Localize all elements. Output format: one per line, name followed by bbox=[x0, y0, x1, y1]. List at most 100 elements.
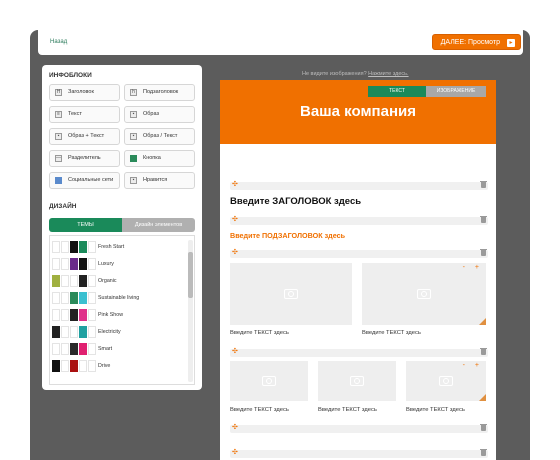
email-header[interactable]: ТЕКСТ ИЗОБРАЖЕНИЕ Ваша компания bbox=[220, 80, 496, 144]
theme-color-swatch bbox=[70, 343, 78, 355]
block-image-text-button[interactable]: ▪ Образ + Текст bbox=[49, 128, 120, 145]
tab-themes[interactable]: ТЕМЫ bbox=[49, 218, 122, 232]
next-preview-button[interactable]: ДАЛЕЕ: Просмотр ▸ bbox=[431, 34, 521, 50]
theme-color-swatch bbox=[88, 258, 96, 270]
scroll-thumb[interactable] bbox=[188, 252, 193, 298]
theme-item[interactable]: Fresh Start bbox=[50, 239, 188, 256]
block-divider-button[interactable]: — Разделитель bbox=[49, 150, 120, 167]
image-placeholder[interactable]: - + bbox=[406, 361, 486, 401]
trash-icon[interactable] bbox=[480, 216, 487, 223]
image-placeholder[interactable] bbox=[318, 361, 396, 401]
theme-item[interactable]: Sustainable living bbox=[50, 290, 188, 307]
block-label: Образ + Текст bbox=[68, 133, 105, 139]
blocks-title: ИНФОБЛОКИ bbox=[49, 72, 92, 79]
block-label: Разделитель bbox=[68, 155, 101, 161]
block-subheading-button[interactable]: h Подзаголовок bbox=[124, 84, 195, 101]
theme-item[interactable]: Pink Show bbox=[50, 307, 188, 324]
heading-icon: H bbox=[55, 89, 62, 96]
top-bar: Назад ДАЛЕЕ: Просмотр ▸ bbox=[38, 30, 523, 55]
image-placeholder[interactable] bbox=[230, 361, 308, 401]
theme-color-swatch bbox=[88, 275, 96, 287]
move-icon[interactable]: ✣ bbox=[232, 216, 238, 224]
trash-icon[interactable] bbox=[480, 181, 487, 188]
image-size-controls[interactable]: - + bbox=[463, 264, 483, 271]
block-label: Подзаголовок bbox=[143, 89, 179, 95]
theme-color-swatch bbox=[61, 275, 69, 287]
theme-item[interactable]: Electricity bbox=[50, 324, 188, 341]
scrollbar[interactable] bbox=[188, 240, 193, 382]
image-hint: Не видите изображения? Нажмите здесь. bbox=[302, 71, 409, 77]
block-text-button[interactable]: ≡ Текст bbox=[49, 106, 120, 123]
theme-color-swatch bbox=[70, 258, 78, 270]
tab-header-image[interactable]: ИЗОБРАЖЕНИЕ bbox=[426, 86, 486, 97]
theme-name: Sustainable living bbox=[98, 295, 140, 301]
trash-icon[interactable] bbox=[480, 249, 487, 256]
subheading-block[interactable]: Введите ПОДЗАГОЛОВОК здесь bbox=[230, 231, 345, 240]
image-caption[interactable]: Введите ТЕКСТ здесь bbox=[318, 407, 377, 413]
move-icon[interactable]: ✣ bbox=[232, 249, 238, 257]
editor-frame: Назад ДАЛЕЕ: Просмотр ▸ ИНФОБЛОКИ H Заго… bbox=[30, 30, 530, 460]
block-label: Заголовок bbox=[68, 89, 94, 95]
theme-color-swatch bbox=[70, 360, 78, 372]
left-panel: ИНФОБЛОКИ H Заголовок h Подзаголовок ≡ Т… bbox=[42, 65, 202, 390]
next-button-label: ДАЛЕЕ: Просмотр bbox=[440, 39, 500, 46]
block-button-button[interactable]: Кнопка bbox=[124, 150, 195, 167]
theme-name: Drive bbox=[98, 363, 111, 369]
theme-color-swatch bbox=[70, 292, 78, 304]
image-slash-text-icon: ▪ bbox=[130, 133, 137, 140]
move-icon[interactable]: ✣ bbox=[232, 348, 238, 356]
theme-item[interactable]: Drive bbox=[50, 358, 188, 375]
theme-color-swatch bbox=[70, 241, 78, 253]
theme-item[interactable]: Smart bbox=[50, 341, 188, 358]
block-image-button[interactable]: ▪ Образ bbox=[124, 106, 195, 123]
back-link[interactable]: Назад bbox=[50, 39, 67, 45]
image-text-icon: ▪ bbox=[55, 133, 62, 140]
hint-link[interactable]: Нажмите здесь. bbox=[368, 71, 408, 77]
block-toolbar: ✣ bbox=[230, 424, 488, 433]
block-social-button[interactable]: Социальные сети bbox=[49, 172, 120, 189]
theme-color-swatch bbox=[52, 275, 60, 287]
tab-design-elements[interactable]: Дизайн элементов bbox=[122, 218, 195, 232]
image-caption[interactable]: Введите ТЕКСТ здесь bbox=[362, 330, 421, 336]
image-caption[interactable]: Введите ТЕКСТ здесь bbox=[230, 407, 289, 413]
trash-icon[interactable] bbox=[480, 348, 487, 355]
theme-name: Electricity bbox=[98, 329, 121, 335]
theme-item[interactable]: Luxury bbox=[50, 256, 188, 273]
design-tabs: ТЕМЫ Дизайн элементов bbox=[49, 218, 195, 232]
subheading-icon: h bbox=[130, 89, 137, 96]
theme-color-swatch bbox=[61, 343, 69, 355]
theme-color-swatch bbox=[79, 343, 87, 355]
tab-header-text[interactable]: ТЕКСТ bbox=[368, 86, 426, 97]
theme-list: Fresh Start Luxury Organic Sustainable livi… bbox=[49, 235, 195, 385]
theme-color-swatch bbox=[79, 309, 87, 321]
theme-color-swatch bbox=[79, 326, 87, 338]
theme-name: Smart bbox=[98, 346, 113, 352]
trash-icon[interactable] bbox=[480, 424, 487, 431]
image-size-controls[interactable]: - + bbox=[463, 362, 483, 369]
block-heading-button[interactable]: H Заголовок bbox=[49, 84, 120, 101]
company-name[interactable]: Ваша компания bbox=[220, 103, 496, 120]
image-caption[interactable]: Введите ТЕКСТ здесь bbox=[230, 330, 289, 336]
text-icon: ≡ bbox=[55, 111, 62, 118]
heading-block[interactable]: Введите ЗАГОЛОВОК здесь bbox=[230, 196, 361, 207]
camera-icon bbox=[417, 289, 431, 299]
image-placeholder[interactable]: - + bbox=[362, 263, 486, 325]
image-caption[interactable]: Введите ТЕКСТ здесь bbox=[406, 407, 465, 413]
resize-handle[interactable] bbox=[479, 318, 486, 325]
image-placeholder[interactable] bbox=[230, 263, 352, 325]
header-mode-tabs: ТЕКСТ ИЗОБРАЖЕНИЕ bbox=[368, 86, 486, 97]
trash-icon[interactable] bbox=[480, 449, 487, 456]
block-like-button[interactable]: ▪ Нравится bbox=[124, 172, 195, 189]
block-image-slash-text-button[interactable]: ▪ Образ / Текст bbox=[124, 128, 195, 145]
theme-color-swatch bbox=[52, 258, 60, 270]
block-toolbar: ✣ bbox=[230, 348, 488, 357]
move-icon[interactable]: ✣ bbox=[232, 449, 238, 457]
resize-handle[interactable] bbox=[479, 394, 486, 401]
theme-item[interactable]: Organic bbox=[50, 273, 188, 290]
theme-color-swatch bbox=[70, 309, 78, 321]
theme-color-swatch bbox=[88, 241, 96, 253]
theme-color-swatch bbox=[61, 241, 69, 253]
move-icon[interactable]: ✣ bbox=[232, 181, 238, 189]
move-icon[interactable]: ✣ bbox=[232, 424, 238, 432]
theme-color-swatch bbox=[79, 360, 87, 372]
